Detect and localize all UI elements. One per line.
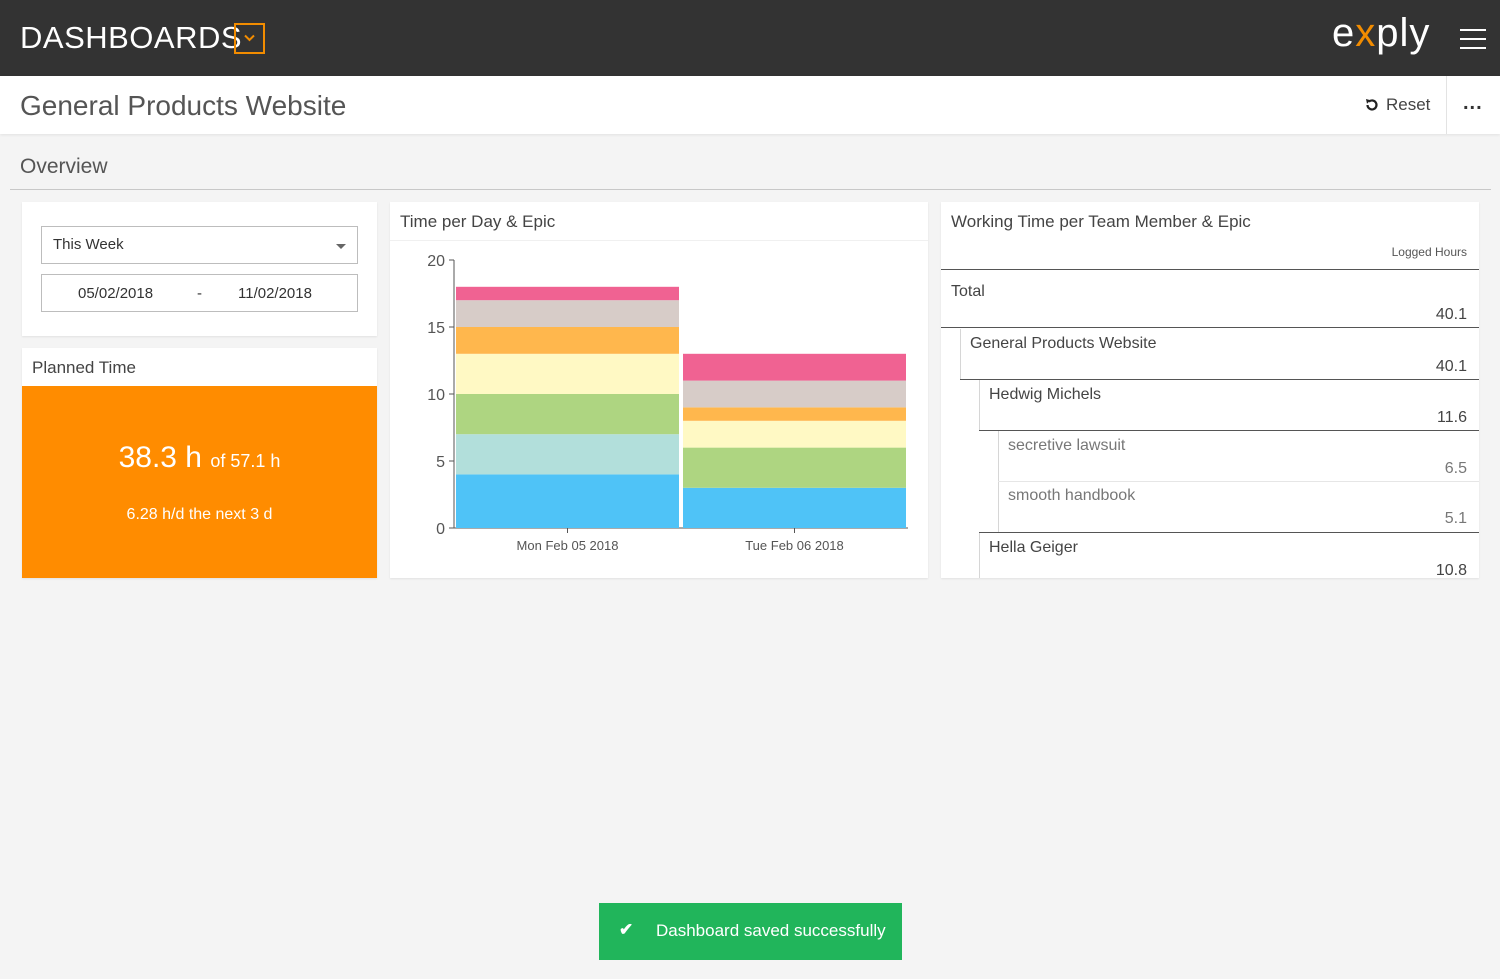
bar-segment bbox=[683, 487, 906, 528]
header-divider bbox=[1446, 76, 1447, 134]
planned-hours: 38.3 h bbox=[118, 441, 202, 474]
row-label: General Products Website bbox=[970, 335, 1157, 352]
section-divider bbox=[10, 189, 1491, 190]
reset-button[interactable]: Reset bbox=[1364, 95, 1430, 115]
section-title: Overview bbox=[20, 155, 108, 178]
time-per-day-chart-card: Time per Day & Epic 0 5 10 15 20 Mon Feb 05 2… bbox=[390, 202, 928, 578]
row-value: 10.8 bbox=[1435, 562, 1467, 578]
row-label: Hella Geiger bbox=[989, 539, 1078, 556]
row-divider bbox=[941, 327, 1479, 328]
bar-segment bbox=[683, 407, 906, 421]
tree-row-project[interactable]: General Products Website 40.1 bbox=[960, 329, 1479, 380]
x-tick-label: Mon Feb 05 2018 bbox=[517, 538, 619, 553]
row-value: 11.6 bbox=[1437, 409, 1467, 426]
check-icon: ✔ bbox=[619, 920, 634, 939]
y-tick-label: 0 bbox=[436, 521, 445, 538]
row-value: 40.1 bbox=[1435, 358, 1467, 375]
date-filter-card: This Week 05/02/2018 - 11/02/2018 bbox=[22, 202, 377, 336]
planned-time-kpi: 38.3 h of 57.1 h 6.28 h/d the next 3 d bbox=[22, 386, 377, 578]
success-toast[interactable]: ✔ Dashboard saved successfully bbox=[599, 903, 902, 960]
bar-segment bbox=[683, 447, 906, 488]
card-title: Planned Time bbox=[32, 358, 136, 377]
planned-time-card: Planned Time 38.3 h of 57.1 h 6.28 h/d t… bbox=[22, 348, 377, 578]
planned-time-value: 38.3 h of 57.1 h bbox=[22, 441, 377, 475]
x-tick-label: Tue Feb 06 2018 bbox=[745, 538, 844, 553]
exply-logo[interactable]: exply bbox=[1332, 11, 1430, 56]
date-from[interactable]: 05/02/2018 bbox=[78, 285, 153, 302]
dashboard-header: General Products Website Reset ... bbox=[0, 76, 1500, 134]
date-range-input[interactable]: 05/02/2018 - 11/02/2018 bbox=[41, 274, 358, 312]
bar-segment bbox=[683, 420, 906, 448]
tree-indent-line bbox=[960, 329, 961, 380]
card-title: Working Time per Team Member & Epic bbox=[951, 212, 1251, 231]
dashboards-dropdown-button[interactable] bbox=[234, 23, 265, 54]
planned-total: of 57.1 h bbox=[210, 451, 281, 471]
y-tick-label: 15 bbox=[427, 320, 445, 337]
row-value: 40.1 bbox=[1435, 306, 1467, 323]
bar-segment bbox=[456, 353, 679, 394]
bar-segment bbox=[683, 353, 906, 381]
stacked-bar-chart: 0 5 10 15 20 Mon Feb 05 2018 Tue Feb 06 2018 bbox=[427, 253, 908, 553]
toast-message: Dashboard saved successfully bbox=[656, 921, 886, 940]
tree-indent-line bbox=[979, 380, 980, 431]
column-header: Logged Hours bbox=[1391, 245, 1467, 259]
bar-segment bbox=[456, 474, 679, 528]
reset-label: Reset bbox=[1386, 95, 1431, 114]
y-tick-label: 20 bbox=[427, 253, 445, 270]
caret-down-icon bbox=[336, 244, 346, 249]
bar-segment bbox=[456, 327, 679, 354]
more-options-icon[interactable]: ... bbox=[1463, 93, 1483, 113]
bar-segment bbox=[456, 300, 679, 327]
planned-rate: 6.28 h/d the next 3 d bbox=[126, 506, 273, 523]
bar-segment bbox=[683, 380, 906, 408]
date-separator: - bbox=[197, 285, 202, 302]
chevron-down-icon bbox=[244, 34, 255, 42]
y-tick-label: 5 bbox=[436, 454, 445, 471]
reset-icon bbox=[1366, 99, 1378, 111]
row-label: Hedwig Michels bbox=[989, 386, 1102, 403]
team-member-epic-card: Working Time per Team Member & Epic Logg… bbox=[941, 202, 1479, 578]
row-label: Total bbox=[951, 283, 985, 300]
y-tick-label: 10 bbox=[427, 387, 445, 404]
date-to[interactable]: 11/02/2018 bbox=[238, 285, 312, 302]
period-select[interactable]: This Week bbox=[41, 226, 358, 264]
bar-segment bbox=[456, 434, 679, 475]
tree-row-total[interactable]: Total 40.1 bbox=[941, 270, 1479, 328]
page-title: General Products Website bbox=[20, 90, 347, 121]
tree-row-member[interactable]: Hedwig Michels 11.6 bbox=[979, 380, 1479, 431]
tree-row-member[interactable]: Hella Geiger 10.8 bbox=[979, 533, 1479, 578]
bar-segment bbox=[456, 286, 679, 301]
top-bar: DASHBOARDS exply bbox=[0, 0, 1500, 76]
tree-indent-line bbox=[979, 533, 980, 578]
period-select-value: This Week bbox=[53, 236, 124, 253]
tree-member-group-line bbox=[979, 431, 1479, 533]
bar-segment bbox=[456, 394, 679, 435]
app-title: DASHBOARDS bbox=[20, 20, 243, 55]
hamburger-menu-icon[interactable] bbox=[1460, 29, 1486, 49]
